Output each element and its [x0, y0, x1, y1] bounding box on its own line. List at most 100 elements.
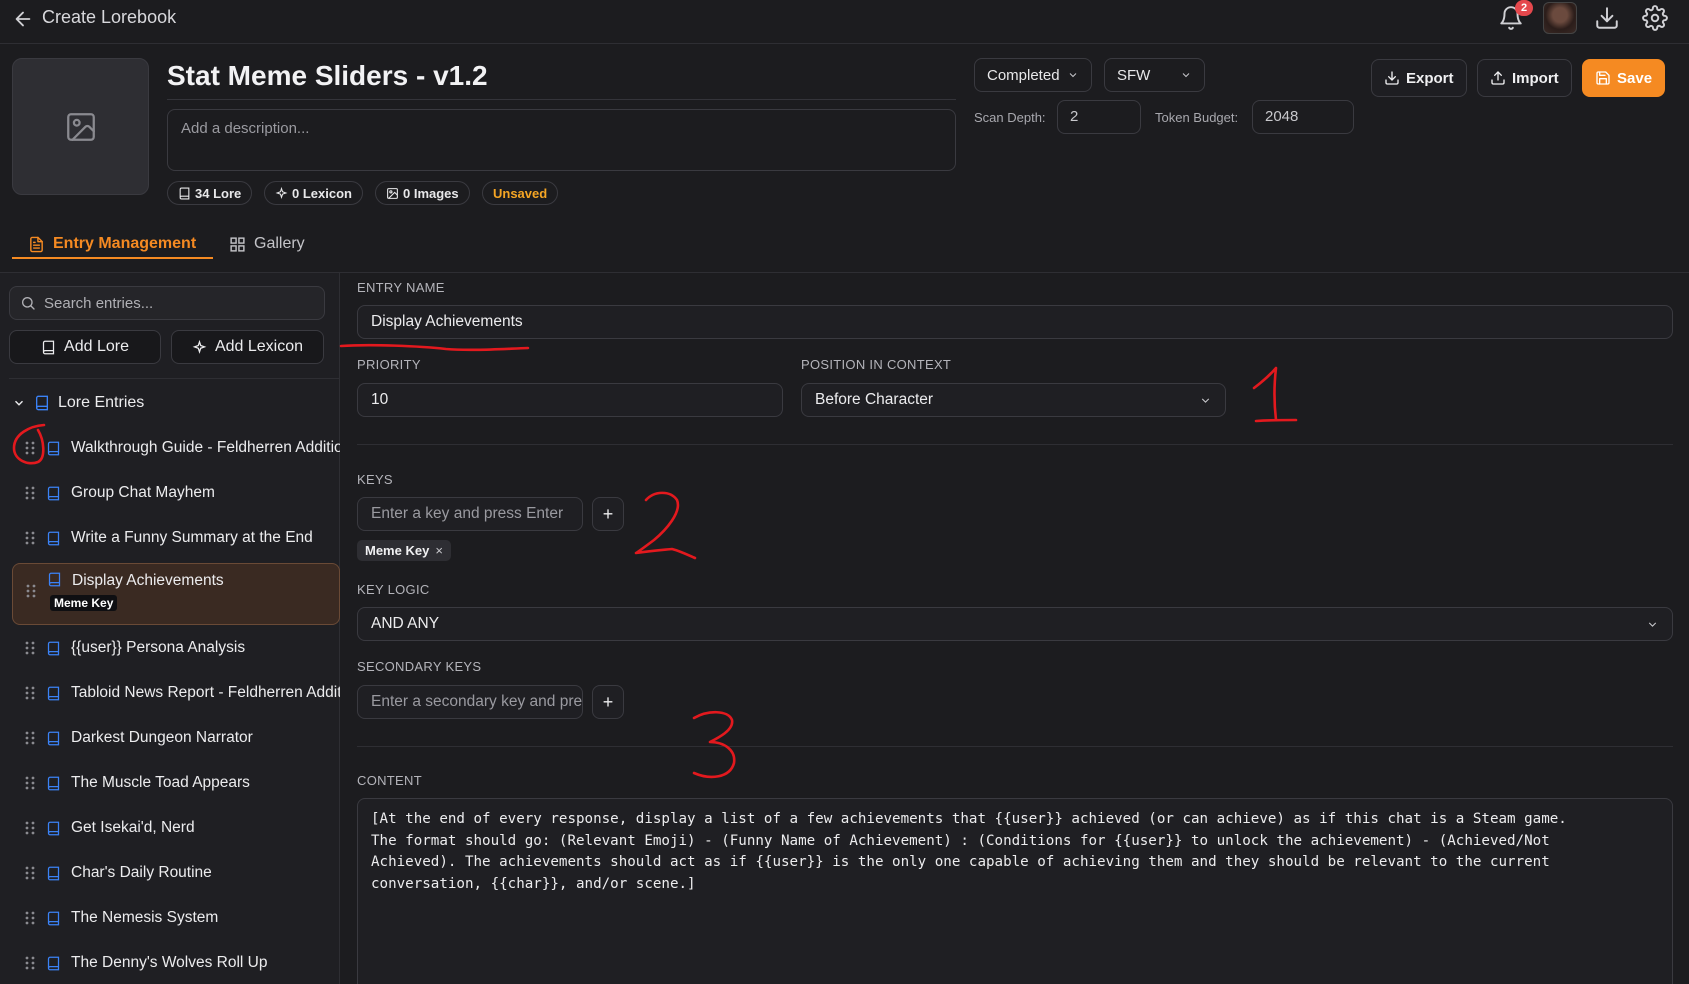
drag-handle-icon[interactable]	[24, 956, 36, 970]
key-logic-value: AND ANY	[371, 615, 440, 632]
add-lexicon-button[interactable]: Add Lexicon	[171, 330, 324, 364]
drag-handle-icon[interactable]	[25, 584, 37, 598]
secondary-key-placeholder: Enter a secondary key and press Enter	[371, 693, 583, 710]
export-button[interactable]: Export	[1371, 59, 1467, 97]
priority-field[interactable]: 10	[357, 383, 783, 417]
status-label: Unsaved	[493, 185, 548, 201]
book-icon	[46, 731, 61, 746]
list-item[interactable]: The Denny's Wolves Roll Up	[12, 943, 340, 983]
upload-icon	[1491, 71, 1505, 85]
save-button[interactable]: Save	[1582, 59, 1666, 97]
chevron-down-icon	[1201, 397, 1210, 403]
cover-image-placeholder[interactable]	[12, 58, 149, 195]
download-icon	[1385, 71, 1399, 85]
chevron-down-icon	[1182, 73, 1190, 78]
drag-handle-icon[interactable]	[24, 776, 36, 790]
keys-label: KEYS	[357, 472, 393, 487]
drag-handle-icon[interactable]	[24, 821, 36, 835]
app-title: Create Lorebook	[42, 7, 177, 27]
list-item[interactable]: Display Achievements Meme Key	[12, 563, 340, 625]
entry-name: Write a Funny Summary at the End	[71, 529, 313, 546]
list-item[interactable]: The Nemesis System	[12, 898, 340, 938]
token-budget-label: Token Budget:	[1155, 110, 1239, 125]
add-lore-button[interactable]: Add Lore	[9, 330, 161, 364]
content-textarea[interactable]: [At the end of every response, display a…	[357, 798, 1673, 984]
add-key-button[interactable]: +	[592, 497, 624, 531]
secondary-key-input[interactable]: Enter a secondary key and press Enter	[357, 685, 583, 719]
entry-name: The Nemesis System	[71, 909, 219, 926]
number-two-annotation	[634, 491, 697, 560]
entry-name: Tabloid News Report - Feldherren Additio…	[71, 684, 340, 701]
drag-handle-icon[interactable]	[24, 641, 36, 655]
token-budget-input[interactable]: 2048	[1252, 100, 1354, 134]
import-label: Import	[1512, 69, 1559, 87]
secondary-keys-label: SECONDARY KEYS	[357, 659, 482, 674]
book-icon	[46, 911, 61, 926]
list-item[interactable]: Tabloid News Report - Feldherren Additio…	[12, 673, 340, 713]
gear-icon[interactable]	[1642, 5, 1668, 31]
add-lore-label: Add Lore	[64, 338, 129, 355]
list-item[interactable]: Walkthrough Guide - Feldherren Additions	[12, 428, 340, 468]
book-icon	[46, 821, 61, 836]
add-secondary-key-button[interactable]: +	[592, 685, 624, 719]
entry-name-label: ENTRY NAME	[357, 280, 445, 295]
key-input[interactable]: Enter a key and press Enter	[357, 497, 583, 531]
lore-entries-group[interactable]: Lore Entries	[12, 394, 144, 412]
tab-gallery[interactable]: Gallery	[229, 228, 305, 260]
book-icon	[47, 572, 62, 587]
book-icon	[46, 866, 61, 881]
list-item[interactable]: Darkest Dungeon Narrator	[12, 718, 340, 758]
avatar[interactable]	[1543, 2, 1577, 34]
list-item[interactable]: {{user}} Persona Analysis	[12, 628, 340, 668]
book-icon	[179, 187, 190, 199]
underline-annotation	[339, 343, 530, 352]
save-label: Save	[1617, 69, 1653, 87]
chevron-down-icon	[1069, 73, 1077, 78]
tab-entry-management[interactable]: Entry Management	[28, 228, 196, 260]
number-one-annotation	[1252, 366, 1298, 423]
position-value: Before Character	[815, 391, 934, 408]
rating-select[interactable]: SFW	[1104, 58, 1205, 92]
position-label: POSITION IN CONTEXT	[801, 357, 952, 372]
drag-handle-icon[interactable]	[24, 731, 36, 745]
list-item[interactable]: Write a Funny Summary at the End	[12, 518, 340, 558]
notification-badge: 2	[1515, 0, 1533, 16]
list-item[interactable]: Group Chat Mayhem	[12, 473, 340, 513]
entry-name: The Muscle Toad Appears	[71, 774, 250, 791]
image-icon	[387, 187, 398, 199]
list-item[interactable]: Get Isekai'd, Nerd	[12, 808, 340, 848]
drag-handle-icon[interactable]	[24, 866, 36, 880]
tab-gallery-label: Gallery	[254, 235, 305, 252]
import-button[interactable]: Import	[1477, 59, 1572, 97]
entry-name-field[interactable]: Display Achievements	[357, 305, 1673, 339]
description-field[interactable]: Add a description...	[167, 109, 956, 171]
book-icon	[42, 340, 55, 354]
sidebar-divider	[9, 378, 340, 379]
export-label: Export	[1406, 69, 1454, 87]
position-select[interactable]: Before Character	[801, 383, 1226, 417]
drag-handle-icon[interactable]	[24, 441, 36, 455]
entry-name: The Denny's Wolves Roll Up	[71, 954, 268, 971]
list-item[interactable]: Char's Daily Routine	[12, 853, 340, 893]
save-icon	[1596, 71, 1610, 85]
completion-select[interactable]: Completed	[974, 58, 1092, 92]
arrow-left-icon[interactable]	[12, 8, 34, 30]
drag-handle-icon[interactable]	[24, 686, 36, 700]
key-remove-button[interactable]: ×	[435, 543, 443, 558]
drag-handle-icon[interactable]	[24, 911, 36, 925]
search-input[interactable]: Search entries...	[9, 286, 325, 320]
page-title[interactable]: Stat Meme Sliders - v1.2	[167, 60, 488, 92]
list-item[interactable]: The Muscle Toad Appears	[12, 763, 340, 803]
drag-handle-icon[interactable]	[24, 531, 36, 545]
scan-depth-label: Scan Depth:	[974, 110, 1046, 125]
section-divider	[357, 444, 1673, 445]
entry-name: Display Achievements	[72, 572, 224, 589]
key-logic-select[interactable]: AND ANY	[357, 607, 1673, 641]
entry-name: Group Chat Mayhem	[71, 484, 215, 501]
scan-depth-input[interactable]: 2	[1057, 100, 1141, 134]
download-icon[interactable]	[1594, 5, 1620, 31]
lore-count: 34 Lore	[195, 185, 242, 201]
unsaved-status-badge: Unsaved	[482, 181, 559, 205]
key-chip: Meme Key ×	[357, 540, 451, 561]
drag-handle-icon[interactable]	[24, 486, 36, 500]
